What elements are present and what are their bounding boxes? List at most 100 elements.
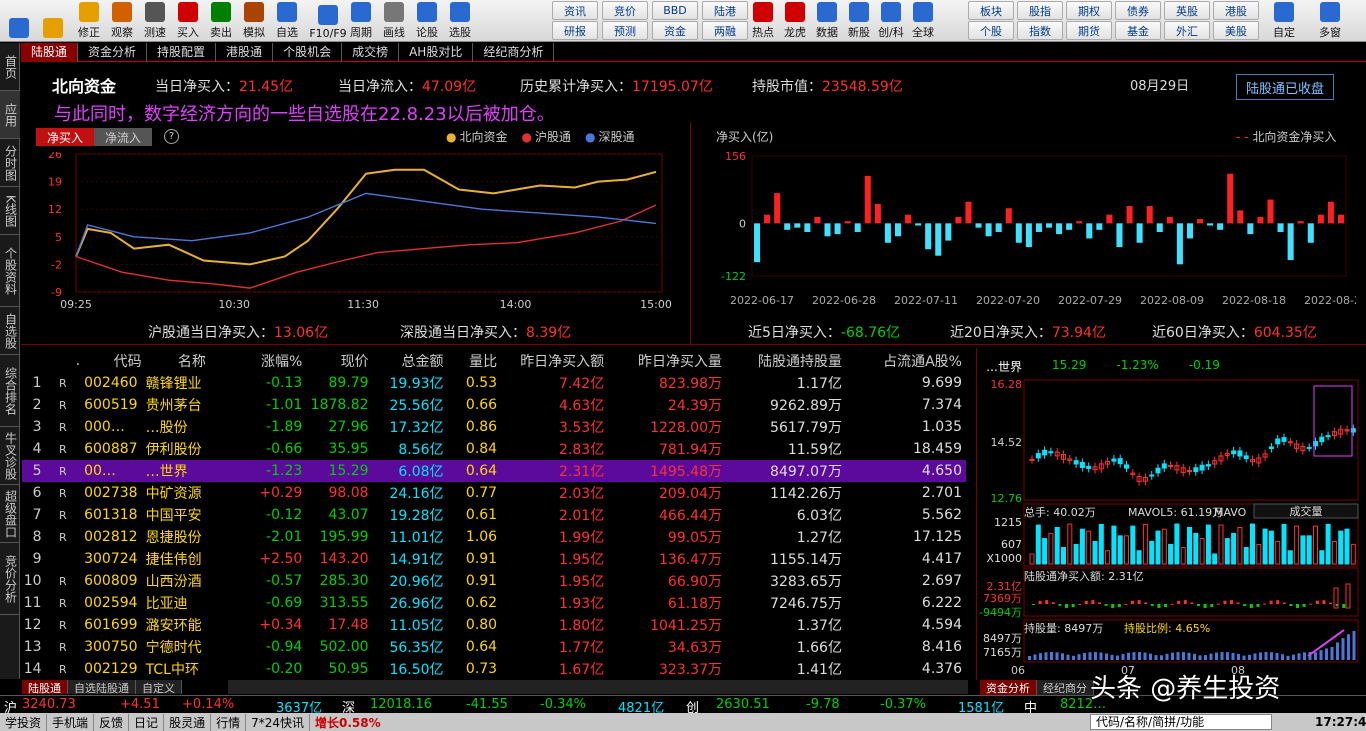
status-link-5[interactable]: 行情 bbox=[211, 713, 247, 731]
table-row[interactable]: 9 300724 捷佳伟创 +2.50 143.20 14.91亿 0.91 1.95亿 136… bbox=[22, 548, 966, 570]
market-btn-b5[interactable]: 美股 bbox=[1213, 21, 1259, 40]
market-btn-b2[interactable]: 期货 bbox=[1066, 21, 1112, 40]
col-header[interactable]: 涨幅% bbox=[242, 350, 307, 372]
table-row[interactable]: 11 R 002594 比亚迪 -0.69 313.55 26.96亿 0.62 1.93亿 61… bbox=[22, 592, 966, 614]
stock-pick-button[interactable]: 选股 bbox=[443, 0, 477, 42]
market-btn-b1[interactable]: 指数 bbox=[1017, 21, 1063, 40]
toolbar-btn-1[interactable]: 竞价 bbox=[602, 1, 648, 20]
status-link-1[interactable]: 手机端 bbox=[47, 713, 95, 731]
table-row[interactable]: 1 R 002460 赣锋锂业 -0.13 89.79 19.93亿 0.53 7.42亿 823… bbox=[22, 372, 966, 394]
table-row[interactable]: 14 R 002129 TCL中环 -0.20 50.95 16.50亿 0.73 1.67亿 3… bbox=[22, 658, 966, 680]
left-tab-4[interactable]: 个股资料 bbox=[0, 235, 20, 307]
left-tab-3[interactable]: K线图 bbox=[0, 187, 20, 235]
col-header[interactable]: 名称 bbox=[145, 350, 243, 372]
left-tab-5[interactable]: 自选股 bbox=[0, 307, 20, 355]
status-link-3[interactable]: 日记 bbox=[129, 713, 165, 731]
status-link-4[interactable]: 股灵通 bbox=[164, 713, 212, 731]
tab-0[interactable]: 陆股通 bbox=[21, 43, 79, 62]
modify-button[interactable]: 修正 bbox=[72, 0, 106, 42]
observe-button[interactable]: 观察 bbox=[105, 0, 139, 42]
sell-button[interactable]: 卖出 bbox=[204, 0, 238, 42]
market-status-button[interactable]: 陆股通已收盘 bbox=[1236, 74, 1334, 100]
global-button[interactable]: 全球 bbox=[908, 0, 938, 42]
left-tab-1[interactable]: 应用 bbox=[0, 91, 20, 139]
market-btn-3[interactable]: 债券 bbox=[1115, 1, 1161, 20]
buy-button[interactable]: 买入 bbox=[171, 0, 205, 42]
left-tab-0[interactable]: 首页 bbox=[0, 43, 20, 91]
bottom-tab-1[interactable]: 自选陆股通 bbox=[68, 680, 136, 695]
tab-4[interactable]: 个股机会 bbox=[273, 43, 343, 62]
toolbar-btn-0[interactable]: 资讯 bbox=[552, 1, 598, 20]
market-btn-5[interactable]: 港股 bbox=[1213, 1, 1259, 20]
left-tab-2[interactable]: 分时图 bbox=[0, 139, 20, 187]
market-btn-4[interactable]: 英股 bbox=[1164, 1, 1210, 20]
bottom-tab-2[interactable]: 自定义 bbox=[136, 680, 182, 695]
col-header[interactable]: 总金额 bbox=[372, 350, 448, 372]
toolbar-btn-b0[interactable]: 研报 bbox=[552, 21, 598, 40]
col-header[interactable]: 现价 bbox=[306, 350, 373, 372]
tab-1[interactable]: 资金分析 bbox=[78, 43, 148, 62]
tab-3[interactable]: 港股通 bbox=[216, 43, 274, 62]
data-button[interactable]: 数据 bbox=[812, 0, 842, 42]
table-row[interactable]: 10 R 600809 山西汾酒 -0.57 285.30 20.96亿 0.91 1.95亿 6… bbox=[22, 570, 966, 592]
table-row[interactable]: 8 R 002812 恩捷股份 -2.01 195.99 11.01亿 1.06 1.99亿 99… bbox=[22, 526, 966, 548]
customize-button[interactable]: 自定 bbox=[1264, 0, 1304, 42]
left-tab-8[interactable]: 超级盘口 bbox=[0, 485, 20, 543]
market-btn-b0[interactable]: 个股 bbox=[968, 21, 1014, 40]
tab-5[interactable]: 成交榜 bbox=[342, 43, 400, 62]
status-link-0[interactable]: 学投资 bbox=[0, 713, 48, 731]
toolbar-btn-b1[interactable]: 预测 bbox=[602, 21, 648, 40]
col-header[interactable]: . bbox=[45, 350, 85, 372]
toolbar-btn-2[interactable]: BBD bbox=[652, 1, 698, 20]
tab-7[interactable]: 经纪商分析 bbox=[473, 43, 555, 62]
draw-button[interactable]: 画线 bbox=[377, 0, 411, 42]
status-link-6[interactable]: 7*24快讯 bbox=[246, 713, 310, 731]
col-header[interactable]: 陆股通持股量 bbox=[726, 350, 846, 372]
table-row[interactable]: 13 R 300750 宁德时代 -0.94 502.00 56.35亿 0.64 1.77亿 3… bbox=[22, 636, 966, 658]
code-search-input[interactable]: 代码/名称/简拼/功能 bbox=[1090, 714, 1272, 730]
dragon-tiger-button[interactable]: 龙虎 bbox=[780, 0, 810, 42]
status-link-2[interactable]: 反馈 bbox=[94, 713, 130, 731]
col-header[interactable]: 占流通A股% bbox=[845, 350, 966, 372]
left-tab-9[interactable]: 竞价分析 bbox=[0, 543, 20, 615]
table-row[interactable]: 5 R 00… …世界 -1.23 15.29 6.08亿 0.64 2.31亿 1495.48万… bbox=[22, 460, 966, 482]
col-header[interactable]: 量比 bbox=[447, 350, 502, 372]
table-row[interactable]: 2 R 600519 贵州茅台 -1.01 1878.82 25.56亿 0.66 4.63亿 2… bbox=[22, 394, 966, 416]
market-btn-b4[interactable]: 外汇 bbox=[1164, 21, 1210, 40]
left-tab-6[interactable]: 综合排名 bbox=[0, 355, 20, 427]
bottom-tab-0[interactable]: 陆股通 bbox=[22, 680, 68, 695]
simulate-button[interactable]: 模拟 bbox=[237, 0, 271, 42]
horizontal-scrollbar[interactable] bbox=[228, 680, 968, 694]
col-header[interactable]: 代码 bbox=[84, 350, 146, 372]
market-btn-2[interactable]: 期权 bbox=[1066, 1, 1112, 20]
table-row[interactable]: 7 R 601318 中国平安 -0.12 43.07 19.28亿 0.61 2.01亿 466… bbox=[22, 504, 966, 526]
toolbar-btn-3[interactable]: 陆港 bbox=[702, 1, 748, 20]
period-button[interactable]: 周期 bbox=[344, 0, 378, 42]
tab-2[interactable]: 持股配置 bbox=[147, 43, 217, 62]
table-row[interactable]: 3 R 000… …股份 -1.89 27.96 17.32亿 0.86 3.53亿 1228.0… bbox=[22, 416, 966, 438]
hot-button[interactable]: 热点 bbox=[748, 0, 778, 42]
table-row[interactable]: 4 R 600887 伊利股份 -0.66 35.95 8.56亿 0.84 2.83亿 781.… bbox=[22, 438, 966, 460]
market-btn-0[interactable]: 板块 bbox=[968, 1, 1014, 20]
back-button[interactable] bbox=[38, 0, 68, 42]
toolbar-btn-b3[interactable]: 两融 bbox=[702, 21, 748, 40]
market-btn-b3[interactable]: 基金 bbox=[1115, 21, 1161, 40]
right-tab-1[interactable]: 经纪商分 bbox=[1037, 680, 1094, 696]
chuangke-button[interactable]: 创/科 bbox=[876, 0, 906, 42]
f10-button[interactable]: F10/F9 bbox=[309, 0, 347, 42]
home-button[interactable] bbox=[4, 0, 34, 42]
watchlist-button[interactable]: 自选 bbox=[270, 0, 304, 42]
table-row[interactable]: 6 R 002738 中矿资源 +0.29 98.08 24.16亿 0.77 2.03亿 209… bbox=[22, 482, 966, 504]
stock-talk-button[interactable]: 论股 bbox=[410, 0, 444, 42]
net-inflow-toggle[interactable]: 净流入 bbox=[94, 128, 152, 146]
table-row[interactable]: 12 R 601699 潞安环能 +0.34 17.48 11.05亿 0.80 1.80亿 10… bbox=[22, 614, 966, 636]
ipo-button[interactable]: 新股 bbox=[844, 0, 874, 42]
toolbar-btn-b2[interactable]: 资金 bbox=[652, 21, 698, 40]
tab-6[interactable]: AH股对比 bbox=[399, 43, 474, 62]
col-header[interactable]: 昨日净买入额 bbox=[501, 350, 609, 372]
help-icon[interactable]: ? bbox=[164, 129, 179, 144]
col-header[interactable]: 昨日净买入量 bbox=[608, 350, 726, 372]
net-buy-toggle[interactable]: 净买入 bbox=[36, 128, 94, 146]
right-tab-0[interactable]: 资金分析 bbox=[980, 680, 1037, 696]
multi-window-button[interactable]: 多窗 bbox=[1310, 0, 1350, 42]
